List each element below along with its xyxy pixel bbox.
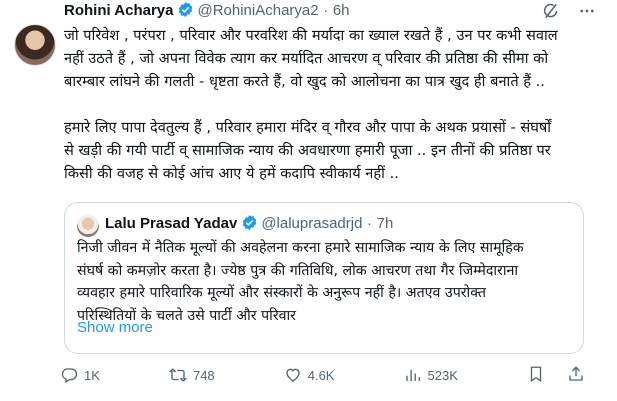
- views-button[interactable]: 523K: [404, 366, 458, 384]
- action-bar: 1K 748 4.6K 523K: [60, 364, 585, 386]
- show-more-link[interactable]: Show more: [77, 319, 153, 336]
- verified-badge-icon: [241, 214, 258, 239]
- header-separator: ·: [323, 2, 329, 19]
- like-count: 4.6K: [307, 367, 335, 383]
- views-icon: [404, 366, 422, 384]
- tweet[interactable]: Rohini Acharya @RohiniAcharya2 · 6h जो पर…: [0, 0, 617, 401]
- reply-count: 1K: [84, 367, 100, 383]
- repost-icon: [168, 366, 187, 384]
- verified-badge-icon: [177, 1, 194, 25]
- share-icon[interactable]: [567, 365, 585, 386]
- grok-icon[interactable]: [542, 2, 560, 20]
- repost-count: 748: [192, 367, 215, 383]
- author-handle[interactable]: @RohiniAcharya2: [197, 2, 318, 19]
- views-count: 523K: [427, 367, 458, 383]
- quote-timestamp[interactable]: 7h: [377, 215, 394, 232]
- repost-button[interactable]: 748: [168, 366, 215, 384]
- quote-header-separator: ·: [367, 215, 373, 232]
- quote-author-handle[interactable]: @laluprasadrjd: [261, 215, 362, 232]
- author-name[interactable]: Rohini Acharya: [64, 2, 173, 19]
- more-icon[interactable]: [578, 2, 596, 20]
- like-icon: [284, 366, 302, 384]
- reply-button[interactable]: 1K: [60, 366, 100, 384]
- avatar[interactable]: [14, 24, 56, 66]
- quote-author-name[interactable]: Lalu Prasad Yadav: [105, 215, 237, 232]
- tweet-header: Rohini Acharya @RohiniAcharya2 · 6h: [64, 0, 604, 22]
- like-button[interactable]: 4.6K: [284, 366, 335, 384]
- tweet-text: जो परिवेश , परंपरा , परिवार और परवरिश की…: [64, 27, 558, 182]
- reply-icon: [60, 366, 78, 384]
- tweet-timestamp[interactable]: 6h: [333, 2, 350, 19]
- quote-text: निजी जीवन में नैतिक मूल्यों की अवहेलना क…: [77, 240, 524, 324]
- bookmark-icon[interactable]: [527, 365, 545, 386]
- quote-header: Lalu Prasad Yadav @laluprasadrjd · 7h: [105, 212, 393, 239]
- quote-avatar[interactable]: [77, 215, 99, 237]
- quoted-tweet[interactable]: Lalu Prasad Yadav @laluprasadrjd · 7h निज…: [64, 202, 584, 354]
